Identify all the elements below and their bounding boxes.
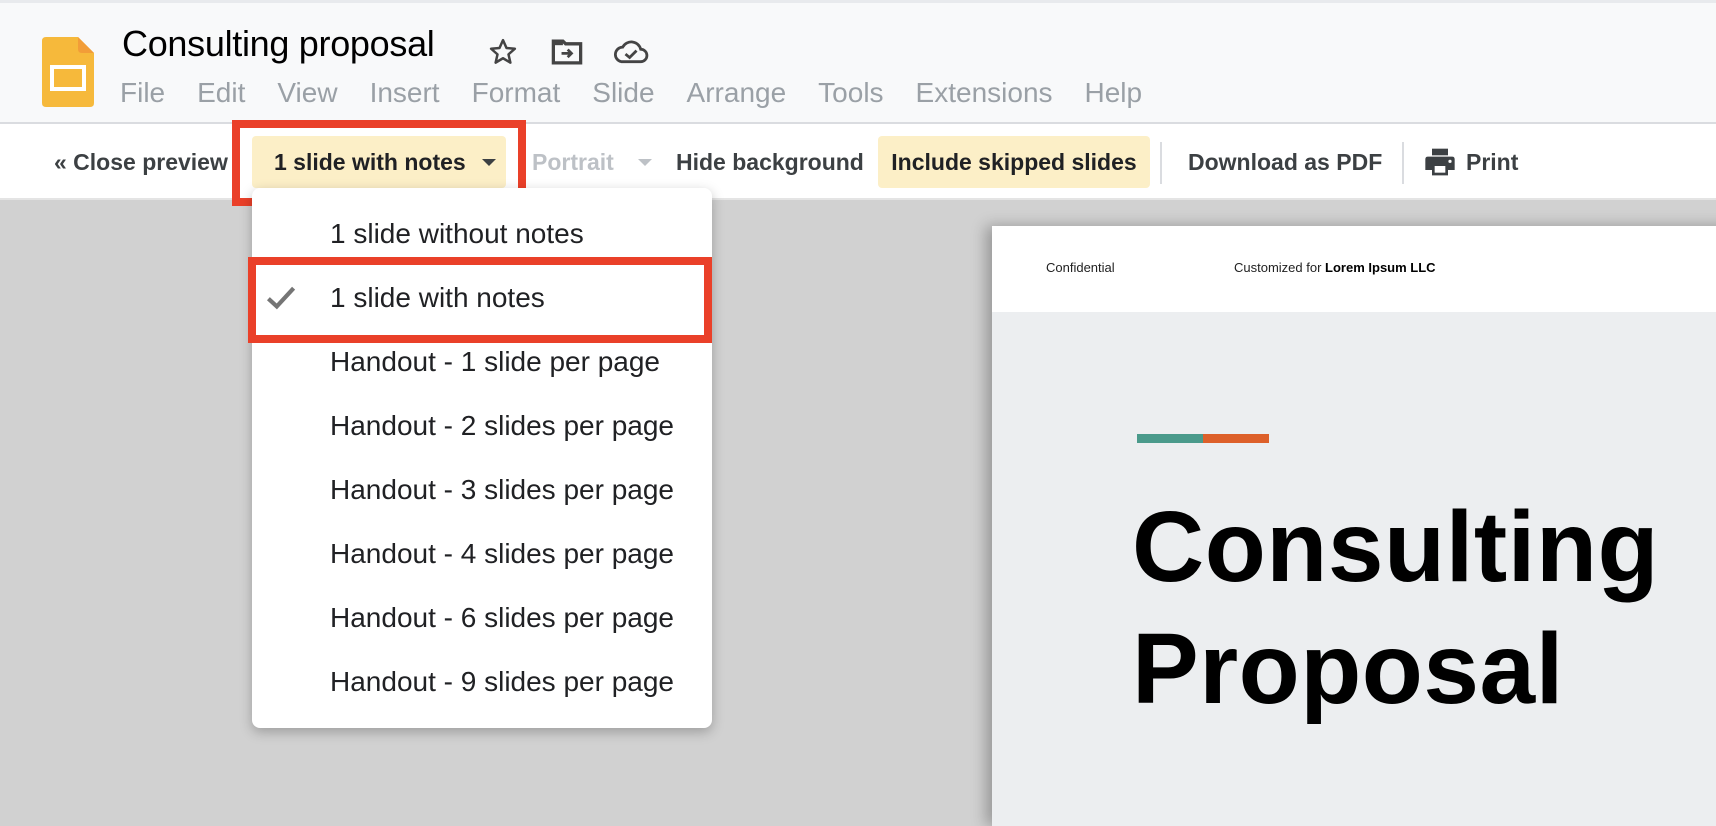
- menu-insert[interactable]: Insert: [362, 77, 448, 109]
- menu-file[interactable]: File: [112, 77, 173, 109]
- document-title[interactable]: Consulting proposal: [122, 23, 435, 65]
- layout-option-handout-4[interactable]: Handout - 4 slides per page: [252, 522, 712, 586]
- menu-bar: File Edit View Insert Format Slide Arran…: [112, 77, 1166, 109]
- slide-title: Consulting Proposal: [1132, 486, 1659, 730]
- slide-header-band: Confidential Customized for Lorem Ipsum …: [992, 226, 1716, 312]
- star-icon[interactable]: [483, 33, 523, 71]
- chevron-down-icon: [637, 158, 652, 166]
- option-label: Handout - 9 slides per page: [330, 666, 674, 697]
- customized-for-label: Customized for Lorem Ipsum LLC: [1234, 260, 1436, 275]
- layout-option-handout-1[interactable]: Handout - 1 slide per page: [252, 330, 712, 394]
- slide-title-line-2: Proposal: [1132, 613, 1564, 725]
- cloud-saved-icon[interactable]: [611, 33, 651, 71]
- option-label: Handout - 3 slides per page: [330, 474, 674, 505]
- option-label: Handout - 4 slides per page: [330, 538, 674, 569]
- toolbar-divider: [1402, 142, 1404, 184]
- accent-bar: [1137, 434, 1269, 443]
- download-pdf-button[interactable]: Download as PDF: [1188, 136, 1382, 188]
- chevron-down-icon: [482, 159, 496, 166]
- layout-option-handout-2[interactable]: Handout - 2 slides per page: [252, 394, 712, 458]
- orientation-select-value: Portrait: [532, 148, 614, 175]
- close-preview-button[interactable]: « Close preview: [54, 136, 228, 188]
- option-label: Handout - 6 slides per page: [330, 602, 674, 633]
- layout-dropdown-menu: 1 slide without notes 1 slide with notes…: [252, 188, 712, 728]
- customized-prefix: Customized for: [1234, 260, 1326, 275]
- client-name: Lorem Ipsum LLC: [1325, 260, 1436, 275]
- menu-arrange[interactable]: Arrange: [679, 77, 795, 109]
- orientation-select: Portrait: [532, 136, 652, 188]
- slide-preview: Confidential Customized for Lorem Ipsum …: [992, 226, 1716, 826]
- layout-option-1-slide-with-notes[interactable]: 1 slide with notes: [252, 266, 712, 330]
- layout-option-1-slide-without-notes[interactable]: 1 slide without notes: [252, 202, 712, 266]
- menu-tools[interactable]: Tools: [810, 77, 891, 109]
- print-button[interactable]: Print: [1424, 136, 1518, 188]
- app-header: Consulting proposal File Edit View Inser…: [0, 0, 1716, 124]
- layout-option-handout-3[interactable]: Handout - 3 slides per page: [252, 458, 712, 522]
- option-label: Handout - 1 slide per page: [330, 346, 660, 377]
- printer-icon: [1425, 148, 1455, 176]
- accent-bar-teal: [1137, 434, 1203, 443]
- layout-option-handout-6[interactable]: Handout - 6 slides per page: [252, 586, 712, 650]
- move-to-folder-icon[interactable]: [547, 33, 587, 71]
- layout-option-handout-9[interactable]: Handout - 9 slides per page: [252, 650, 712, 714]
- menu-slide[interactable]: Slide: [584, 77, 662, 109]
- toolbar-divider: [1160, 142, 1162, 184]
- confidential-label: Confidential: [1046, 260, 1115, 275]
- include-skipped-slides-toggle[interactable]: Include skipped slides: [878, 136, 1150, 188]
- checkmark-icon: [266, 286, 296, 310]
- slide-title-line-1: Consulting: [1132, 491, 1660, 603]
- hide-background-button[interactable]: Hide background: [676, 136, 864, 188]
- option-label: 1 slide without notes: [330, 218, 584, 249]
- option-label: Handout - 2 slides per page: [330, 410, 674, 441]
- menu-format[interactable]: Format: [464, 77, 569, 109]
- menu-extensions[interactable]: Extensions: [908, 77, 1061, 109]
- layout-select[interactable]: 1 slide with notes: [252, 136, 506, 188]
- menu-view[interactable]: View: [269, 77, 345, 109]
- accent-bar-orange: [1203, 434, 1269, 443]
- slides-logo-icon[interactable]: [42, 37, 94, 107]
- menu-help[interactable]: Help: [1077, 77, 1151, 109]
- layout-select-value: 1 slide with notes: [274, 148, 466, 175]
- option-label: 1 slide with notes: [330, 282, 545, 313]
- print-label: Print: [1466, 148, 1519, 175]
- menu-edit[interactable]: Edit: [189, 77, 253, 109]
